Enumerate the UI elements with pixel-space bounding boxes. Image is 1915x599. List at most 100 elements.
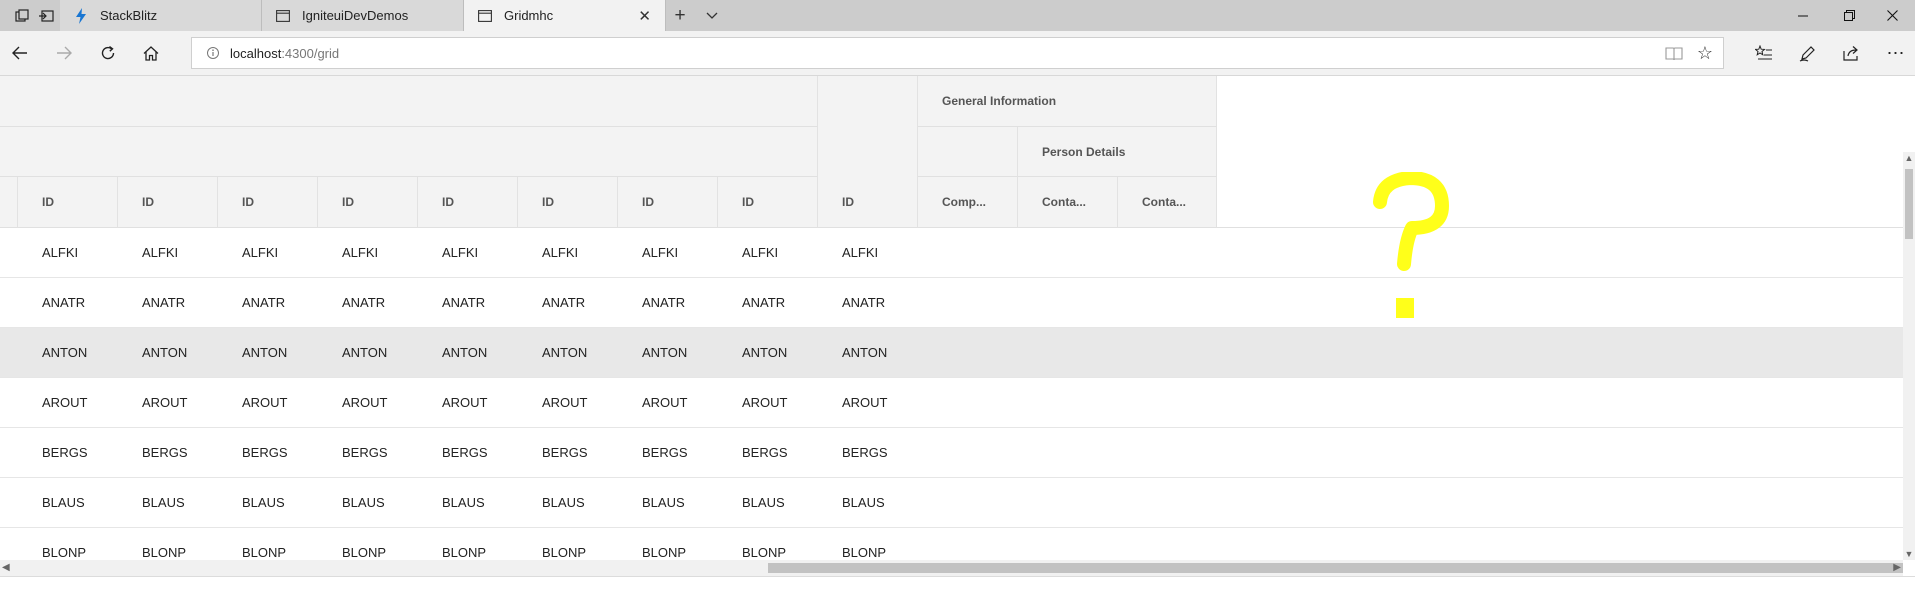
table-cell-id[interactable]: ALFKI xyxy=(642,228,678,277)
table-cell-id[interactable]: BERGS xyxy=(642,428,688,477)
table-cell-id[interactable]: ANTON xyxy=(542,328,587,377)
column-header-contact-title[interactable]: Conta... xyxy=(1118,177,1217,228)
table-cell-id[interactable]: BLAUS xyxy=(542,478,585,527)
table-row[interactable]: ANTON ANTON ANTON ANTON ANTON ANTON ANTON ANTON… xyxy=(0,328,1903,378)
tab-gridmhc[interactable]: Gridmhc ✕ xyxy=(464,0,666,31)
minimize-button[interactable] xyxy=(1780,0,1826,31)
table-cell-id[interactable]: AROUT xyxy=(642,378,688,427)
table-cell-id[interactable]: ALFKI xyxy=(142,228,178,277)
column-header-id[interactable]: ID xyxy=(118,177,218,228)
horizontal-scrollbar[interactable]: ◀ ▶ xyxy=(0,560,1903,576)
table-cell-id[interactable]: BLAUS xyxy=(642,478,685,527)
favorite-star-icon[interactable]: ☆ xyxy=(1697,43,1713,64)
table-cell-id[interactable]: BERGS xyxy=(842,428,888,477)
close-tab-icon[interactable]: ✕ xyxy=(638,7,651,25)
address-bar[interactable]: localhost:4300/grid ☆ xyxy=(191,37,1724,69)
share-button[interactable] xyxy=(1834,37,1870,69)
reading-view-icon[interactable] xyxy=(1665,45,1683,63)
scroll-right-icon[interactable]: ▶ xyxy=(1893,562,1901,573)
table-cell-id[interactable]: ALFKI xyxy=(842,228,878,277)
column-header-id[interactable]: ID xyxy=(618,177,718,228)
table-cell-id[interactable]: ANATR xyxy=(842,278,885,327)
home-button[interactable] xyxy=(135,37,167,69)
table-cell-id[interactable]: ANTON xyxy=(842,328,887,377)
table-cell-id[interactable]: ANTON xyxy=(242,328,287,377)
tab-igniteuidevdemos[interactable]: IgniteuiDevDemos xyxy=(262,0,464,31)
table-cell-id[interactable]: AROUT xyxy=(842,378,888,427)
table-cell-id[interactable]: ANATR xyxy=(342,278,385,327)
table-cell-id[interactable]: ANTON xyxy=(342,328,387,377)
table-row[interactable]: BERGS BERGS BERGS BERGS BERGS BERGS BERGS BERGS… xyxy=(0,428,1903,478)
refresh-button[interactable] xyxy=(92,37,124,69)
table-cell-id[interactable]: BLAUS xyxy=(842,478,885,527)
vertical-scrollbar[interactable]: ▲ ▼ xyxy=(1903,152,1915,560)
table-cell-id[interactable]: ANATR xyxy=(742,278,785,327)
table-cell-id[interactable]: BLAUS xyxy=(42,478,85,527)
table-cell-id[interactable]: ANTON xyxy=(142,328,187,377)
table-cell-id[interactable]: ALFKI xyxy=(542,228,578,277)
table-cell-id[interactable]: AROUT xyxy=(42,378,88,427)
web-notes-button[interactable] xyxy=(1790,37,1826,69)
restore-button[interactable] xyxy=(1826,0,1872,31)
table-cell-id[interactable]: ANTON xyxy=(42,328,87,377)
table-row[interactable]: AROUT AROUT AROUT AROUT AROUT AROUT AROUT AROUT… xyxy=(0,378,1903,428)
tab-stackblitz[interactable]: StackBlitz xyxy=(60,0,262,31)
table-cell-id[interactable]: ANATR xyxy=(42,278,85,327)
column-header-id[interactable]: ID xyxy=(218,177,318,228)
forward-button[interactable] xyxy=(48,37,80,69)
info-icon[interactable] xyxy=(206,46,220,60)
scroll-down-icon[interactable]: ▼ xyxy=(1904,548,1914,560)
table-cell-id[interactable]: ALFKI xyxy=(42,228,78,277)
table-cell-id[interactable]: BERGS xyxy=(442,428,488,477)
table-cell-id[interactable]: AROUT xyxy=(142,378,188,427)
table-cell-id[interactable]: BLAUS xyxy=(142,478,185,527)
table-cell-id[interactable]: ANATR xyxy=(642,278,685,327)
table-cell-id[interactable]: AROUT xyxy=(742,378,788,427)
table-cell-id[interactable]: ANTON xyxy=(642,328,687,377)
table-cell-id[interactable]: BLAUS xyxy=(742,478,785,527)
column-header-id[interactable]: ID xyxy=(718,177,818,228)
table-cell-id[interactable]: BERGS xyxy=(142,428,188,477)
table-cell-id[interactable]: BERGS xyxy=(542,428,588,477)
table-cell-id[interactable]: BLAUS xyxy=(242,478,285,527)
table-cell-id[interactable]: ANATR xyxy=(242,278,285,327)
close-window-button[interactable] xyxy=(1869,0,1915,31)
table-row[interactable]: ALFKI ALFKI ALFKI ALFKI ALFKI ALFKI ALFKI ALFKI… xyxy=(0,228,1903,278)
table-cell-id[interactable]: ANATR xyxy=(142,278,185,327)
table-cell-id[interactable]: AROUT xyxy=(442,378,488,427)
table-cell-id[interactable]: BERGS xyxy=(242,428,288,477)
table-row[interactable]: BLAUS BLAUS BLAUS BLAUS BLAUS BLAUS BLAUS BLAUS… xyxy=(0,478,1903,528)
column-header-id[interactable]: ID xyxy=(318,177,418,228)
table-cell-id[interactable]: BERGS xyxy=(742,428,788,477)
more-menu-button[interactable]: ⋯ xyxy=(1878,37,1914,69)
table-cell-id[interactable]: BLAUS xyxy=(342,478,385,527)
horizontal-scroll-thumb[interactable] xyxy=(768,563,1903,573)
table-cell-id[interactable]: ALFKI xyxy=(742,228,778,277)
table-cell-id[interactable]: ANTON xyxy=(742,328,787,377)
column-header-id[interactable]: ID xyxy=(418,177,518,228)
vertical-scroll-thumb[interactable] xyxy=(1905,169,1913,239)
new-tab-button[interactable]: + xyxy=(662,0,698,31)
header-group-general-information[interactable]: General Information xyxy=(918,76,1217,127)
column-header-id[interactable]: ID xyxy=(818,177,918,228)
table-cell-id[interactable]: ALFKI xyxy=(342,228,378,277)
table-cell-id[interactable]: BERGS xyxy=(342,428,388,477)
scroll-left-icon[interactable]: ◀ xyxy=(2,562,10,573)
table-cell-id[interactable]: BLAUS xyxy=(442,478,485,527)
table-cell-id[interactable]: ALFKI xyxy=(442,228,478,277)
column-header-contact-name[interactable]: Conta... xyxy=(1018,177,1118,228)
column-header-id[interactable]: ID xyxy=(518,177,618,228)
header-group-person-details[interactable]: Person Details xyxy=(1018,127,1217,177)
column-header-id[interactable]: ID xyxy=(18,177,118,228)
favorites-button[interactable] xyxy=(1746,37,1782,69)
tab-preview-button[interactable] xyxy=(694,0,730,31)
scroll-up-icon[interactable]: ▲ xyxy=(1904,152,1914,164)
table-cell-id[interactable]: ANTON xyxy=(442,328,487,377)
table-cell-id[interactable]: AROUT xyxy=(242,378,288,427)
column-header-company[interactable]: Comp... xyxy=(918,177,1018,228)
table-cell-id[interactable]: AROUT xyxy=(342,378,388,427)
table-cell-id[interactable]: ALFKI xyxy=(242,228,278,277)
table-cell-id[interactable]: ANATR xyxy=(542,278,585,327)
table-row[interactable]: ANATR ANATR ANATR ANATR ANATR ANATR ANATR ANATR… xyxy=(0,278,1903,328)
back-button[interactable] xyxy=(4,37,36,69)
